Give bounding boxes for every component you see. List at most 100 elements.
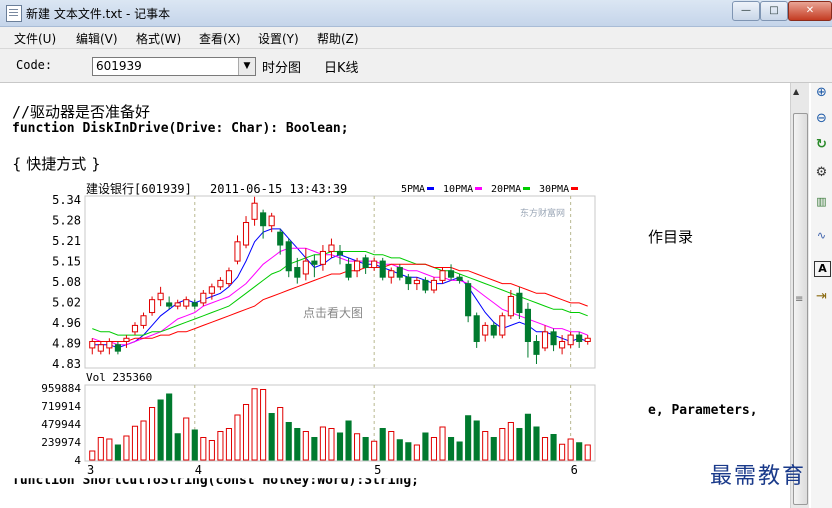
volume-bar [447, 436, 455, 461]
candle-body [191, 302, 198, 307]
volume-bar [345, 420, 352, 461]
candle-body [516, 292, 523, 314]
candle-body [490, 324, 497, 336]
chevron-down-icon[interactable]: ▼ [238, 58, 255, 75]
volume-bar [123, 435, 130, 461]
candle-body [208, 286, 215, 294]
volume-bar [225, 427, 233, 461]
volume-bar [234, 414, 241, 461]
volume-bar [294, 427, 301, 461]
window-title: 新建 文本文件.txt - 记事本 [26, 7, 171, 21]
volume-bar [524, 413, 531, 461]
candle-body [354, 260, 361, 272]
candle-body [200, 292, 207, 304]
source-logo: 东方财富网 [520, 207, 565, 219]
code-combobox[interactable]: 601939 ▼ [92, 57, 256, 76]
volume-label: Vol 235360 [86, 371, 152, 384]
scroll-up-icon[interactable]: ▲ [793, 87, 799, 96]
legend-label: 20PMA [491, 184, 521, 195]
candle-body [260, 212, 267, 227]
grip-icon: ≡ [795, 294, 804, 305]
candle-body [541, 331, 549, 349]
minimize-button[interactable]: — [732, 1, 760, 21]
candle-body [524, 308, 531, 342]
comment-line: //驱动器是否准备好 [12, 103, 151, 121]
volume-bar [285, 421, 292, 461]
candle-body [465, 283, 472, 317]
view-large-label[interactable]: 点击看大图 [303, 306, 363, 320]
stock-chart-image[interactable]: 建设银行[601939] 2011-06-15 13:43:39 点击看大图 东… [12, 178, 604, 478]
vertical-scrollbar[interactable]: ▲ ≡ [790, 83, 809, 508]
candle-body [328, 244, 335, 252]
text-icon[interactable]: A [814, 261, 831, 277]
close-button[interactable]: ✕ [788, 1, 832, 21]
refresh-icon[interactable]: ↻ [814, 137, 829, 152]
volume-bar [106, 438, 113, 461]
stock-toolbar: Code: 601939 ▼ 时分图 日K线 [0, 49, 832, 83]
time-chart-button[interactable]: 时分图 [262, 57, 301, 76]
volume-bar [311, 436, 318, 461]
volume-bar [550, 433, 557, 461]
legend-label: 30PMA [539, 184, 569, 195]
candle-body [251, 202, 258, 220]
candle-body [422, 279, 429, 291]
candle-body [149, 299, 156, 314]
price-tick-label: 4.89 [52, 337, 81, 351]
candle-body [507, 295, 514, 317]
candle-body [319, 250, 326, 265]
volume-bar [371, 440, 378, 461]
daily-kline-button[interactable]: 日K线 [324, 57, 359, 76]
candle-body [166, 302, 173, 307]
scroll-thumb[interactable]: ≡ [793, 113, 808, 505]
menu-file[interactable]: 文件(U) [14, 30, 56, 47]
volume-bar [584, 444, 591, 461]
candle-body [157, 292, 164, 301]
volume-bar [174, 433, 181, 461]
partial-code-params: e, Parameters, [648, 403, 758, 418]
volume-bar [567, 438, 574, 461]
maximize-button[interactable]: □ [760, 1, 788, 21]
line-chart-icon[interactable]: ∿ [814, 229, 829, 242]
exit-icon[interactable]: ⇥ [814, 289, 829, 304]
volume-bar [251, 388, 258, 461]
candle-body [405, 276, 412, 285]
settings-icon[interactable]: ⚙ [814, 165, 829, 180]
volume-tick-label: 959884 [41, 382, 81, 395]
candle-body [242, 222, 250, 246]
candle-body [89, 340, 96, 349]
volume-bar [131, 425, 139, 461]
menu-view[interactable]: 查看(X) [199, 30, 241, 47]
candle-body [439, 270, 446, 281]
candle-body [114, 344, 121, 352]
legend-swatch [523, 187, 530, 190]
section-line: { 快捷方式 } [12, 155, 101, 173]
volume-bar [157, 399, 164, 461]
code-value[interactable]: 601939 [96, 59, 142, 73]
candle-body [183, 299, 190, 307]
candle-body [388, 270, 395, 278]
volume-bar [533, 426, 540, 461]
menu-settings[interactable]: 设置(Y) [258, 30, 299, 47]
menu-help[interactable]: 帮助(Z) [317, 30, 359, 47]
zoom-out-icon[interactable]: ⊖ [814, 111, 829, 126]
candle-body [413, 279, 420, 285]
volume-bar [268, 412, 275, 461]
volume-bar [302, 430, 309, 461]
volume-bar [473, 420, 480, 461]
volume-axis-ticks: 959884 719914 479944 239974 4 [41, 382, 81, 467]
menu-edit[interactable]: 编辑(V) [76, 30, 118, 47]
zoom-in-icon[interactable]: ⊕ [814, 85, 829, 100]
legend-swatch [475, 187, 482, 190]
volume-bar [200, 436, 207, 461]
candle-body [559, 340, 566, 349]
candle-body [217, 279, 224, 288]
volume-bar [413, 444, 420, 461]
menu-format[interactable]: 格式(W) [136, 30, 181, 47]
volume-bar [482, 430, 489, 461]
volume-bar [379, 427, 386, 461]
volume-bar [328, 427, 335, 461]
legend-swatch [427, 187, 434, 190]
volume-bar [396, 439, 403, 461]
x-tick-label: 5 [374, 463, 381, 477]
bar-chart-icon[interactable]: ▥ [814, 195, 829, 208]
